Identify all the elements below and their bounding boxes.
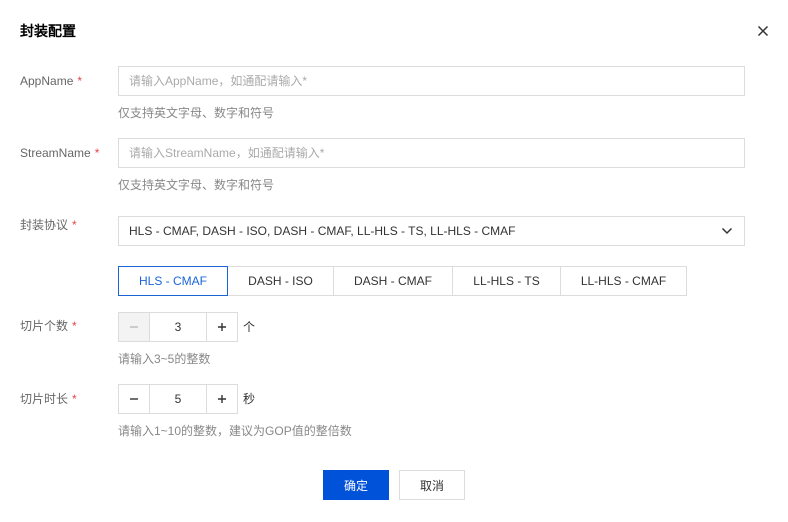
tab-dash-iso[interactable]: DASH - ISO — [227, 266, 334, 296]
encapsulation-config-dialog: 封装配置 AppName* 仅支持英文字母、数字和符号 StreamName* … — [0, 0, 788, 522]
tab-hls-cmaf[interactable]: HLS - CMAF — [118, 266, 228, 296]
plus-icon — [218, 395, 226, 403]
app-name-input[interactable] — [118, 66, 745, 96]
stream-name-hint: 仅支持英文字母、数字和符号 — [118, 178, 275, 192]
segment-count-value[interactable]: 3 — [149, 313, 207, 341]
protocol-label-text: 封装协议 — [20, 218, 69, 232]
segment-duration-label-text: 切片时长 — [20, 392, 69, 406]
stream-name-input[interactable] — [118, 138, 745, 168]
segment-count-stepper: 3 — [118, 312, 238, 342]
segment-duration-label: 切片时长 * — [20, 391, 77, 407]
tab-ll-hls-cmaf[interactable]: LL-HLS - CMAF — [560, 266, 687, 296]
stream-name-label-text: StreamName — [20, 146, 91, 160]
required-mark: * — [72, 319, 77, 333]
protocol-select[interactable]: HLS - CMAF, DASH - ISO, DASH - CMAF, LL-… — [118, 216, 745, 246]
minus-icon — [130, 398, 138, 400]
required-mark: * — [72, 218, 77, 232]
app-name-hint: 仅支持英文字母、数字和符号 — [118, 106, 275, 120]
close-icon — [757, 25, 769, 37]
segment-duration-increment-button[interactable] — [207, 385, 237, 413]
segment-count-label: 切片个数 * — [20, 318, 77, 334]
segment-count-increment-button[interactable] — [207, 313, 237, 341]
segment-duration-decrement-button[interactable] — [119, 385, 149, 413]
plus-icon — [218, 323, 226, 331]
segment-duration-value[interactable]: 5 — [149, 385, 207, 413]
segment-count-decrement-button[interactable] — [119, 313, 149, 341]
close-button[interactable] — [752, 20, 774, 42]
segment-count-unit: 个 — [243, 320, 256, 334]
protocol-tabs: HLS - CMAF DASH - ISO DASH - CMAF LL-HLS… — [118, 266, 687, 296]
protocol-select-value: HLS - CMAF, DASH - ISO, DASH - CMAF, LL-… — [129, 224, 516, 238]
required-mark: * — [94, 146, 100, 160]
segment-count-label-text: 切片个数 — [20, 319, 69, 333]
tab-dash-cmaf[interactable]: DASH - CMAF — [333, 266, 453, 296]
segment-duration-stepper: 5 — [118, 384, 238, 414]
chevron-down-icon — [720, 224, 734, 238]
app-name-label: AppName * — [20, 73, 82, 89]
confirm-button[interactable]: 确定 — [323, 470, 389, 500]
stream-name-label: StreamName * — [20, 145, 99, 161]
segment-duration-hint: 请输入1~10的整数，建议为GOP值的整倍数 — [118, 424, 352, 438]
cancel-button[interactable]: 取消 — [399, 470, 465, 500]
dialog-title: 封装配置 — [20, 23, 76, 39]
tab-ll-hls-ts[interactable]: LL-HLS - TS — [452, 266, 561, 296]
protocol-label: 封装协议 * — [20, 217, 77, 233]
segment-count-hint: 请输入3~5的整数 — [118, 352, 211, 366]
segment-duration-unit: 秒 — [243, 392, 256, 406]
app-name-label-text: AppName — [20, 74, 74, 88]
minus-icon — [130, 326, 138, 328]
required-mark: * — [72, 392, 77, 406]
required-mark: * — [77, 74, 83, 88]
